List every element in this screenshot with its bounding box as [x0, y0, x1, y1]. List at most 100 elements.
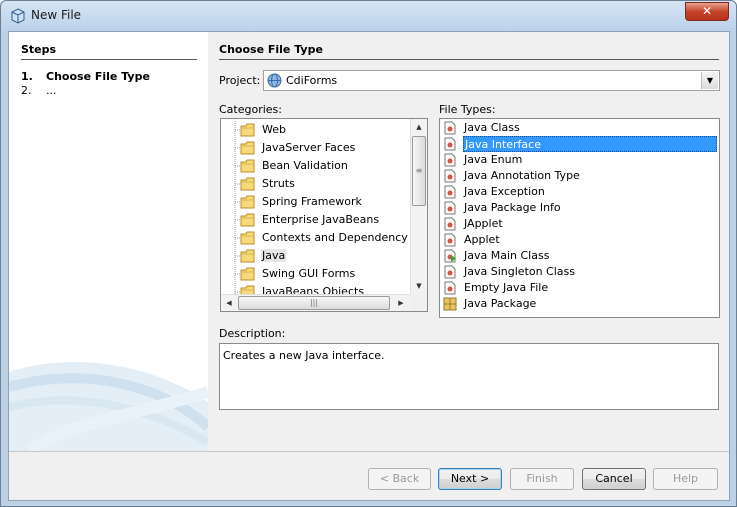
button-bar-divider — [9, 451, 729, 452]
next-button[interactable]: Next > — [438, 468, 502, 490]
java-package-info-icon — [443, 201, 457, 215]
folder-icon — [240, 213, 255, 227]
step-label: ... — [46, 84, 57, 97]
folder-icon — [240, 231, 255, 245]
close-window-button[interactable]: ✕ — [685, 2, 729, 21]
folder-icon — [240, 177, 255, 191]
categories-label: Categories: — [219, 103, 282, 116]
file-type-item[interactable]: Java Annotation Type — [440, 168, 718, 184]
file-type-label: Java Package — [464, 297, 537, 310]
category-label: Struts — [262, 177, 295, 190]
java-annotation-icon — [443, 169, 457, 183]
folder-icon — [240, 267, 255, 281]
file-type-item[interactable]: Java Enum — [440, 152, 718, 168]
chevron-down-icon[interactable]: ▼ — [701, 72, 718, 89]
java-package-icon — [443, 297, 457, 311]
step-item-1: 1. Choose File Type — [21, 70, 150, 83]
page-title: Choose File Type — [219, 43, 323, 56]
file-type-label: Java Main Class — [464, 249, 550, 262]
scroll-left-arrow-icon[interactable]: ◀ — [221, 295, 237, 311]
steps-title: Steps — [21, 43, 57, 56]
japplet-icon — [443, 217, 457, 231]
java-class-icon — [443, 121, 457, 135]
title-bar[interactable]: New File ✕ — [1, 1, 736, 31]
category-item[interactable]: JavaServer Faces — [221, 139, 421, 157]
decorative-swoosh-graphic — [9, 362, 208, 451]
file-type-label: Java Interface — [463, 136, 717, 152]
step-label: Choose File Type — [46, 70, 150, 83]
scroll-down-arrow-icon[interactable]: ▼ — [411, 278, 427, 294]
file-type-item[interactable]: Java Exception — [440, 184, 718, 200]
category-item[interactable]: Contexts and Dependency Injection — [221, 229, 427, 247]
description-text: Creates a new Java interface. — [223, 349, 385, 362]
category-item[interactable]: Enterprise JavaBeans — [221, 211, 421, 229]
description-label: Description: — [219, 327, 286, 340]
file-type-label: Java Class — [464, 121, 520, 134]
scroll-thumb[interactable]: ||| — [238, 296, 390, 310]
category-item[interactable]: Struts — [221, 175, 421, 193]
categories-horizontal-scrollbar[interactable]: ◀ ||| ▶ — [221, 294, 410, 311]
file-type-item[interactable]: Applet — [440, 232, 718, 248]
category-label: Swing GUI Forms — [262, 267, 356, 280]
java-enum-icon — [443, 153, 457, 167]
category-label: Contexts and Dependency Injection — [262, 231, 427, 244]
category-label: Web — [262, 123, 286, 136]
project-select[interactable]: CdiForms ▼ — [263, 70, 720, 91]
step-number: 2. — [21, 84, 32, 97]
category-label: Bean Validation — [262, 159, 348, 172]
project-value: CdiForms — [286, 74, 338, 87]
file-types-label: File Types: — [439, 103, 496, 116]
steps-panel: Steps 1. Choose File Type 2.... — [9, 32, 208, 451]
file-type-item[interactable]: Empty Java File — [440, 280, 718, 296]
category-item[interactable]: Spring Framework — [221, 193, 421, 211]
steps-divider — [21, 59, 197, 60]
scroll-right-arrow-icon[interactable]: ▶ — [393, 295, 409, 311]
category-item[interactable]: Swing GUI Forms — [221, 265, 421, 283]
file-types-list[interactable]: Java Class Java Interface Java Enum Java An… — [439, 118, 720, 318]
file-type-label: Java Exception — [464, 185, 545, 198]
file-type-item[interactable]: Java Interface — [440, 136, 718, 152]
new-file-dialog: New File ✕ Steps 1. Choose File Type 2...… — [0, 0, 737, 507]
scrollbar-corner — [410, 294, 427, 311]
folder-icon — [240, 141, 255, 155]
category-label: Enterprise JavaBeans — [262, 213, 380, 226]
categories-tree[interactable]: Web JavaServer Faces Bean Validation Struts… — [220, 118, 428, 312]
file-type-item[interactable]: Java Class — [440, 120, 718, 136]
folder-icon — [240, 195, 255, 209]
category-label: Java — [261, 249, 287, 262]
globe-icon — [267, 73, 282, 88]
scroll-up-arrow-icon[interactable]: ▲ — [411, 119, 427, 135]
file-type-label: Applet — [464, 233, 500, 246]
back-button[interactable]: < Back — [368, 468, 431, 490]
category-item[interactable]: Web — [221, 121, 421, 139]
file-type-label: Empty Java File — [464, 281, 549, 294]
file-type-item[interactable]: Java Main Class — [440, 248, 718, 264]
step-item-2: 2.... — [21, 84, 57, 97]
description-box: Creates a new Java interface. — [219, 343, 719, 410]
window-title: New File — [31, 8, 82, 22]
folder-icon — [240, 249, 255, 263]
file-type-item[interactable]: JApplet — [440, 216, 718, 232]
scroll-thumb[interactable]: ≡ — [412, 136, 426, 206]
category-label: Spring Framework — [262, 195, 362, 208]
title-divider — [219, 59, 719, 60]
category-item[interactable]: Bean Validation — [221, 157, 421, 175]
finish-button[interactable]: Finish — [510, 468, 574, 490]
file-type-item[interactable]: Java Package Info — [440, 200, 718, 216]
file-type-label: Java Annotation Type — [464, 169, 580, 182]
file-type-item[interactable]: Java Singleton Class — [440, 264, 718, 280]
cancel-button[interactable]: Cancel — [582, 468, 646, 490]
applet-icon — [443, 233, 457, 247]
categories-vertical-scrollbar[interactable]: ▲ ≡ ▼ — [410, 119, 427, 294]
file-type-label: Java Enum — [464, 153, 523, 166]
file-type-label: Java Package Info — [464, 201, 561, 214]
netbeans-cube-icon — [11, 8, 25, 24]
category-item[interactable]: Java — [221, 247, 421, 265]
step-number: 1. — [21, 70, 33, 83]
dialog-client-area: Steps 1. Choose File Type 2.... Choose Fi… — [8, 31, 730, 501]
help-button[interactable]: Help — [653, 468, 718, 490]
folder-icon — [240, 123, 255, 137]
file-type-item[interactable]: Java Package — [440, 296, 718, 312]
file-type-label: JApplet — [464, 217, 503, 230]
java-singleton-icon — [443, 265, 457, 279]
